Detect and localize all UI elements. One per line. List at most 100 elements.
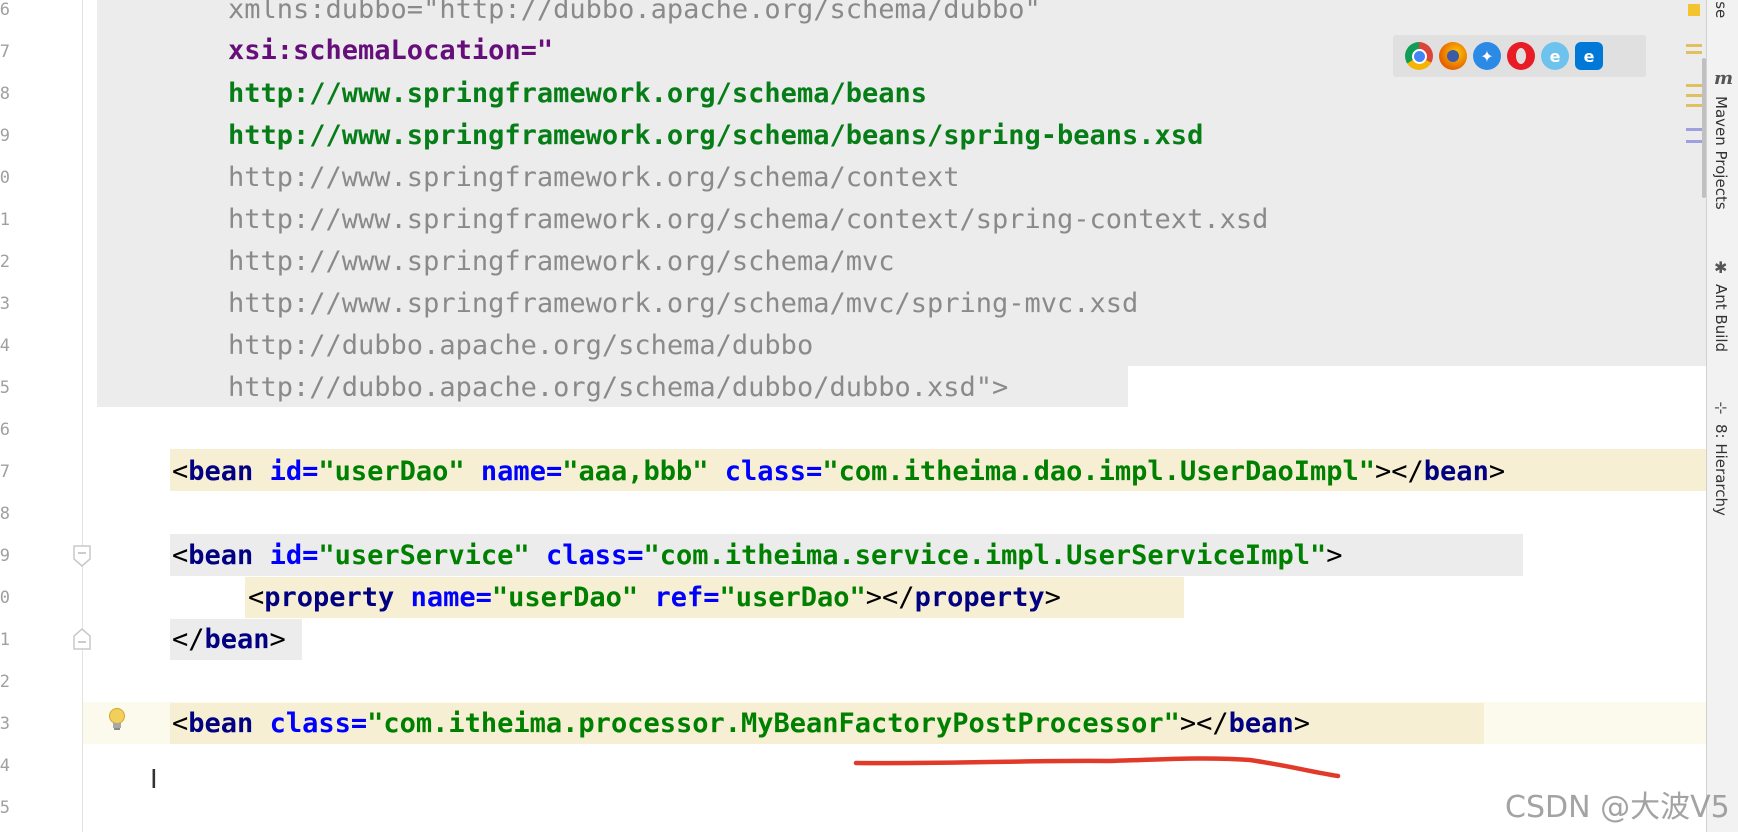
chrome-icon[interactable]	[1405, 42, 1433, 70]
scrollbar-markers[interactable]	[1684, 0, 1706, 200]
schema-url-line: http://www.springframework.org/schema/be…	[228, 120, 1204, 151]
maven-icon: m	[1714, 68, 1734, 89]
line-number: 1	[0, 630, 10, 650]
marker	[1686, 94, 1702, 97]
lightbulb-icon[interactable]	[106, 707, 128, 733]
line-number: 8	[0, 84, 10, 104]
tag-mid: ></	[1179, 708, 1229, 739]
bean-userservice-line: <bean id="userService" class="com.itheim…	[172, 540, 1342, 572]
attr-value: "userDao"	[318, 456, 465, 487]
line-number: 7	[0, 462, 10, 482]
schema-url-line: http://www.springframework.org/schema/mv…	[228, 288, 1139, 319]
tag-end: >	[1326, 540, 1343, 571]
tag-open: <	[248, 582, 265, 613]
tag-name: property	[914, 582, 1045, 613]
code-editor[interactable]: 6 7 8 9 0 1 2 3 4 5 6 7 8 9 0 1 2 3 4 5 …	[0, 0, 1706, 832]
line-number: 9	[0, 126, 10, 146]
line-number: 8	[0, 504, 10, 524]
tag-end: >	[1044, 582, 1061, 613]
red-underline-annotation	[853, 756, 1341, 779]
attr-name: name=	[480, 456, 563, 487]
line-number: 0	[0, 588, 10, 608]
internet-explorer-icon[interactable]: e	[1541, 42, 1569, 70]
attr-value: "com.itheima.dao.impl.UserDaoImpl"	[822, 456, 1376, 487]
marker	[1686, 84, 1702, 87]
marker	[1686, 140, 1702, 143]
ant-icon: ✱	[1714, 258, 1728, 277]
tag-name: bean	[1228, 708, 1294, 739]
line-number: 7	[0, 42, 10, 62]
schema-url-line: http://www.springframework.org/schema/be…	[228, 78, 927, 109]
attr-name: class=	[269, 708, 368, 739]
tag-name: bean	[204, 624, 270, 655]
tag-name: bean	[188, 540, 254, 571]
line-number: 6	[0, 0, 10, 20]
line-number: 2	[0, 252, 10, 272]
schema-url-line: http://www.springframework.org/schema/co…	[228, 162, 960, 193]
attr-value: "userDao"	[491, 582, 639, 613]
safari-icon[interactable]: ✦	[1473, 42, 1501, 70]
tool-window-ant-build[interactable]: Ant Build	[1712, 284, 1730, 352]
tag-open: <	[172, 708, 189, 739]
tag-open: <	[172, 456, 189, 487]
bean-processor-line: <bean class="com.itheima.processor.MyBea…	[172, 708, 1310, 740]
bean-userdao-line: <bean id="userDao" name="aaa,bbb" class=…	[172, 456, 1505, 488]
fold-open-icon[interactable]	[72, 545, 92, 567]
tool-window-hierarchy[interactable]: 8: Hierarchy	[1712, 424, 1730, 516]
schema-location-line: xsi:schemaLocation="	[228, 35, 554, 66]
line-number: 4	[0, 336, 10, 356]
schema-url-line: http://dubbo.apache.org/schema/dubbo/dub…	[228, 372, 1009, 403]
marker	[1686, 51, 1702, 54]
line-number: 4	[0, 756, 10, 776]
tag-open: </	[172, 624, 205, 655]
tag-open: <	[172, 540, 189, 571]
line-number: 5	[0, 798, 10, 818]
tag-end: >	[269, 624, 286, 655]
attr-name: class=	[545, 540, 644, 571]
opera-icon[interactable]	[1507, 42, 1535, 70]
fold-close-icon[interactable]	[72, 628, 92, 650]
line-number: 0	[0, 168, 10, 188]
line-number: 2	[0, 672, 10, 692]
warning-marker[interactable]	[1688, 4, 1700, 16]
tool-window-database[interactable]: ase	[1712, 0, 1730, 18]
line-number: 3	[0, 714, 10, 734]
browser-preview-bar: ✦ e e	[1393, 35, 1646, 77]
tag-name: property	[264, 582, 395, 613]
edge-icon[interactable]: e	[1575, 42, 1603, 70]
marker	[1686, 44, 1702, 47]
firefox-icon[interactable]	[1439, 42, 1467, 70]
marker	[1686, 128, 1702, 131]
text-cursor-icon: I	[150, 765, 158, 795]
schema-url-line: http://www.springframework.org/schema/mv…	[228, 246, 895, 277]
tag-name: bean	[1423, 456, 1489, 487]
attr-name: name=	[410, 582, 492, 613]
tag-name: bean	[188, 456, 254, 487]
attr-value: "com.itheima.service.impl.UserServiceImp…	[643, 540, 1327, 571]
line-number: 9	[0, 546, 10, 566]
marker	[1686, 104, 1702, 107]
hierarchy-icon: ⊹	[1714, 398, 1728, 417]
tag-name: bean	[188, 708, 254, 739]
tool-window-maven-projects[interactable]: Maven Projects	[1712, 96, 1730, 210]
attr-name: id=	[269, 456, 319, 487]
attr-value: "userDao"	[719, 582, 866, 613]
schema-url-line: http://www.springframework.org/schema/co…	[228, 204, 1269, 235]
line-number: 3	[0, 294, 10, 314]
attr-name: id=	[269, 540, 319, 571]
attr-value: "com.itheima.processor.MyBeanFactoryPost…	[367, 708, 1180, 739]
line-number: 5	[0, 378, 10, 398]
property-line: <property name="userDao" ref="userDao"><…	[248, 582, 1061, 614]
attr-value: "userService"	[318, 540, 530, 571]
line-number: 1	[0, 210, 10, 230]
csdn-watermark: CSDN @大波V5	[1505, 790, 1730, 825]
attr-name: class=	[724, 456, 823, 487]
attr-name: ref=	[654, 582, 720, 613]
tag-mid: ></	[1375, 456, 1424, 487]
attr-value: "aaa,bbb"	[562, 456, 709, 487]
tag-end: >	[1293, 708, 1310, 739]
line-number-gutter: 6 7 8 9 0 1 2 3 4 5 6 7 8 9 0 1 2 3 4 5	[0, 0, 91, 832]
bean-close-line: </bean>	[172, 624, 286, 656]
tag-mid: ></	[865, 582, 915, 613]
line-number: 6	[0, 420, 10, 440]
